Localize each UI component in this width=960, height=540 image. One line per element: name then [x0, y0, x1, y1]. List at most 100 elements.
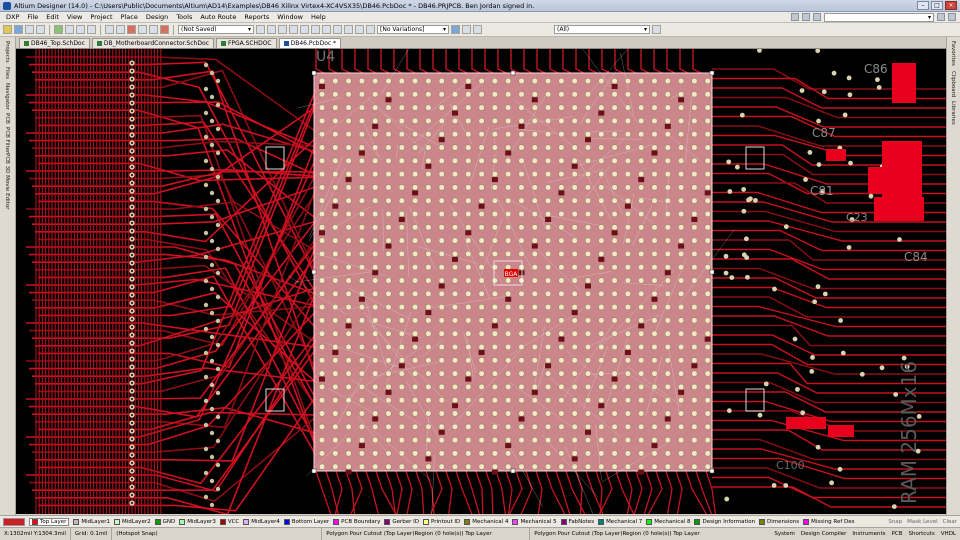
layer-tab-dimensions[interactable]: Dimensions — [759, 518, 799, 525]
filter-select[interactable]: (All) ▾ — [554, 25, 650, 34]
menu-window[interactable]: Window — [273, 13, 307, 21]
tab-motherboard-connector[interactable]: DB_MotherboardConnector.SchDoc — [91, 38, 214, 48]
address-combo[interactable]: ▾ — [824, 12, 934, 22]
save-icon[interactable] — [14, 25, 23, 34]
zoom-icon[interactable] — [36, 25, 45, 34]
rule-icon[interactable] — [311, 25, 320, 34]
panel-tab-pcb[interactable]: PCB — [4, 113, 10, 124]
net-icon[interactable] — [300, 25, 309, 34]
panel-button-instruments[interactable]: Instruments — [852, 531, 885, 537]
layer-tab-gnd[interactable]: GND — [154, 518, 175, 525]
library-icon[interactable] — [344, 25, 353, 34]
layer-tab-fabnotes[interactable]: FabNotes — [560, 518, 594, 525]
redo-icon[interactable] — [149, 25, 158, 34]
print-icon[interactable] — [25, 25, 34, 34]
layer-tab-gerber-id[interactable]: Gerber ID — [384, 518, 419, 525]
compile-icon[interactable] — [333, 25, 342, 34]
menu-view[interactable]: View — [63, 13, 86, 21]
home-icon[interactable] — [813, 13, 821, 21]
undo-icon[interactable] — [138, 25, 147, 34]
nav-back-icon[interactable] — [791, 13, 799, 21]
menu-reports[interactable]: Reports — [240, 13, 273, 21]
pcb-tool-icon[interactable] — [256, 25, 265, 34]
panel-tab-clipboard[interactable]: Clipboard — [950, 71, 956, 97]
layer-tab-mechanical-8[interactable]: Mechanical 8 — [646, 518, 690, 525]
panel-tab-pcb-filter[interactable]: PCB Filter — [4, 127, 10, 153]
close-button[interactable]: × — [945, 1, 957, 10]
layer-tab-design-information[interactable]: Design Information — [694, 518, 755, 525]
tab-db46-pcbdoc[interactable]: DB46.PcbDoc * — [278, 38, 342, 48]
bga-ball — [664, 210, 671, 218]
menu-tools[interactable]: Tools — [172, 13, 196, 21]
zoom-fit-icon[interactable] — [54, 25, 63, 34]
nav-forward-icon[interactable] — [802, 13, 810, 21]
minimize-button[interactable]: – — [917, 1, 929, 10]
layer-tab-printout-id[interactable]: Printout ID — [422, 518, 460, 525]
panel-tab-3d-movie-editor[interactable]: PCB 3D Movie Editor — [4, 153, 10, 209]
clear-button[interactable]: Clear — [943, 519, 957, 525]
menu-dxp[interactable]: DXP — [2, 13, 23, 21]
layer-tab-pcb-boundary[interactable]: PCB Boundary — [333, 518, 380, 525]
paste-icon[interactable] — [87, 25, 96, 34]
highlight-icon[interactable] — [462, 25, 471, 34]
panel-button-system[interactable]: System — [774, 531, 795, 537]
panel-button-shortcuts[interactable]: Shortcuts — [909, 531, 935, 537]
panel-tab-libraries[interactable]: Libraries — [950, 101, 956, 125]
menu-auto-route[interactable]: Auto Route — [196, 13, 240, 21]
menu-design[interactable]: Design — [142, 13, 172, 21]
component-icon[interactable] — [267, 25, 276, 34]
layer-tab-midlayer3[interactable]: MidLayer3 — [179, 518, 216, 525]
copy-icon[interactable] — [76, 25, 85, 34]
maximize-button[interactable]: □ — [931, 1, 943, 10]
altium-app-icon[interactable] — [3, 1, 11, 10]
bga-ball — [491, 304, 498, 311]
menu-place[interactable]: Place — [117, 13, 142, 21]
layer-tab-midlayer2[interactable]: MidLayer2 — [113, 518, 151, 525]
board-icon[interactable] — [278, 25, 287, 34]
route-icon[interactable] — [160, 25, 169, 34]
panel-button-design-compiler[interactable]: Design Compiler — [801, 531, 847, 537]
gear-icon[interactable] — [937, 13, 945, 21]
layer-tab-mechanical-7[interactable]: Mechanical 7 — [598, 518, 642, 525]
toggle-icon[interactable] — [652, 25, 661, 34]
panel-button-pcb[interactable]: PCB — [892, 531, 903, 537]
pcb-trace — [415, 470, 425, 514]
layer-tab-mechanical-4[interactable]: Mechanical 4 — [464, 518, 508, 525]
current-layer-color[interactable] — [3, 517, 25, 526]
deselect-icon[interactable] — [127, 25, 136, 34]
tab-db46-top-schdoc[interactable]: DB46_Top.SchDoc — [19, 38, 90, 48]
panel-button-vhdl[interactable]: VHDL — [941, 531, 956, 537]
panel-tab-favorites[interactable]: Favorites — [950, 41, 956, 66]
variant-select[interactable]: (Not Saved) ▾ — [178, 25, 254, 34]
pcb-canvas[interactable]: BGA U4 C86 C87 C81 C23 C84 C100 RAM 256M… — [16, 49, 946, 514]
layer-tab-missing-ref-des[interactable]: Missing Ref Des — [803, 518, 855, 525]
help-icon[interactable] — [948, 13, 956, 21]
tab-fpga-schdoc[interactable]: FPGA.SCHDOC — [215, 38, 277, 48]
panel-tab-files[interactable]: Files — [4, 67, 10, 79]
layer-tab-top-layer[interactable]: Top Layer — [29, 517, 70, 526]
menu-project[interactable]: Project — [86, 13, 116, 21]
layer-tab-midlayer4[interactable]: MidLayer4 — [243, 518, 280, 525]
layer-tab-vcc[interactable]: VCC — [219, 518, 239, 525]
move-icon[interactable] — [116, 25, 125, 34]
3d-view-icon[interactable] — [366, 25, 375, 34]
layer-tab-bottom-layer[interactable]: Bottom Layer — [283, 518, 329, 525]
variations-select[interactable]: [No Variations] ▾ — [377, 25, 449, 34]
panel-tab-projects[interactable]: Projects — [4, 41, 10, 63]
panel-tab-navigator[interactable]: Navigator — [4, 83, 10, 110]
menu-file[interactable]: File — [23, 13, 42, 21]
layer-tab-mechanical-5[interactable]: Mechanical 5 — [512, 518, 557, 525]
open-folder-icon[interactable] — [3, 25, 12, 34]
cut-icon[interactable] — [65, 25, 74, 34]
snap-button[interactable]: Snap — [888, 519, 902, 525]
filter-icon[interactable] — [451, 25, 460, 34]
mask-level-button[interactable]: Mask Level — [907, 519, 937, 525]
menu-edit[interactable]: Edit — [42, 13, 63, 21]
select-icon[interactable] — [105, 25, 114, 34]
drc-icon[interactable] — [322, 25, 331, 34]
menu-help[interactable]: Help — [307, 13, 330, 21]
layer-tab-midlayer1[interactable]: MidLayer1 — [73, 518, 110, 525]
clear-icon[interactable] — [473, 25, 482, 34]
layer-icon[interactable] — [289, 25, 298, 34]
browse-icon[interactable] — [355, 25, 364, 34]
